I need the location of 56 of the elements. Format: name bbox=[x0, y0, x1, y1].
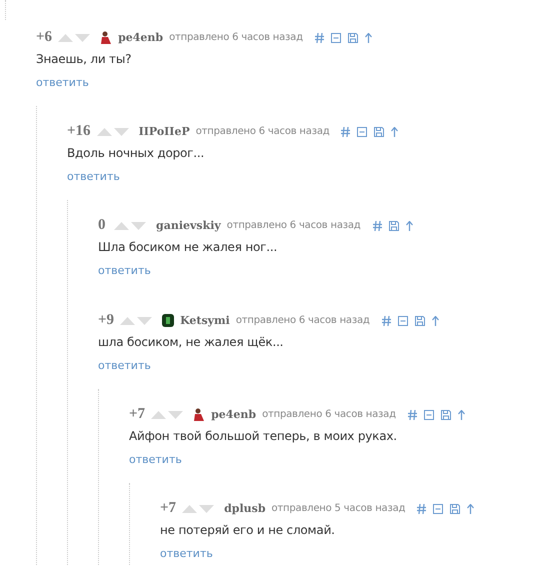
comment-text: Вдоль ночных дорог... bbox=[67, 145, 206, 162]
comment-rating: 0 bbox=[98, 217, 106, 234]
hash-icon[interactable] bbox=[314, 32, 324, 42]
comment-rating: +16 bbox=[67, 123, 91, 140]
comment-time: отправлено 6 часов назад bbox=[169, 32, 303, 43]
save-icon[interactable] bbox=[388, 220, 399, 230]
avatar-icon bbox=[162, 314, 174, 327]
save-icon[interactable] bbox=[348, 32, 358, 42]
comment-author[interactable]: pe4enb bbox=[118, 31, 164, 44]
comment-text: Айфон твой большой теперь, в моих руках. bbox=[129, 428, 398, 445]
comment-author[interactable]: ganievskiy bbox=[156, 219, 221, 232]
comment-time: отправлено 6 часов назад bbox=[262, 409, 396, 420]
comment-rating: +7 bbox=[160, 500, 176, 517]
collapse-icon[interactable] bbox=[424, 410, 434, 420]
collapse-icon[interactable] bbox=[330, 32, 341, 42]
save-icon[interactable] bbox=[440, 410, 451, 420]
arrow-up-icon[interactable] bbox=[406, 220, 413, 230]
hash-icon[interactable] bbox=[341, 126, 350, 136]
collapse-icon[interactable] bbox=[433, 504, 444, 514]
comment-time: отправлено 5 часов назад bbox=[272, 503, 406, 514]
save-icon[interactable] bbox=[414, 316, 425, 326]
hash-icon[interactable] bbox=[372, 220, 382, 230]
comment-text: Знаешь, ли ты? bbox=[36, 51, 132, 68]
arrow-up-icon[interactable] bbox=[391, 126, 398, 136]
reply-link[interactable]: ответить bbox=[129, 449, 182, 471]
save-icon[interactable] bbox=[450, 504, 460, 514]
collapse-icon[interactable] bbox=[357, 126, 368, 136]
hash-icon[interactable] bbox=[417, 504, 426, 514]
arrow-up-icon[interactable] bbox=[458, 410, 465, 420]
arrow-up-icon[interactable] bbox=[364, 32, 372, 42]
comment-time: отправлено 6 часов назад bbox=[226, 220, 361, 231]
collapse-icon[interactable] bbox=[398, 316, 408, 326]
comment-author[interactable]: dplusb bbox=[224, 502, 266, 515]
comment-time: отправлено 6 часов назад bbox=[236, 315, 370, 326]
reply-link[interactable]: ответить bbox=[98, 260, 151, 282]
avatar-icon bbox=[100, 31, 112, 44]
reply-link[interactable]: ответить bbox=[160, 543, 213, 565]
arrow-up-icon[interactable] bbox=[467, 504, 474, 514]
arrow-up-icon[interactable] bbox=[432, 316, 439, 326]
save-icon[interactable] bbox=[374, 126, 384, 136]
comment-author[interactable]: pe4enb bbox=[211, 408, 256, 421]
reply-link[interactable]: ответить bbox=[98, 355, 151, 377]
reply-link[interactable]: ответить bbox=[36, 72, 89, 94]
comment-time: отправлено 6 часов назад bbox=[196, 126, 330, 137]
comment-rating: +6 bbox=[36, 29, 52, 46]
reply-link[interactable]: ответить bbox=[67, 166, 120, 188]
comment-rating: +9 bbox=[98, 312, 114, 329]
comment-author[interactable]: IIPoIIeP bbox=[138, 125, 190, 138]
comment-text: шла босиком, не жалея щёк... bbox=[98, 334, 284, 351]
comment-text: Шла босиком не жалея ног... bbox=[98, 239, 278, 256]
avatar-icon bbox=[193, 408, 206, 421]
comment-author[interactable]: Ketsymi bbox=[180, 314, 230, 327]
hash-icon[interactable] bbox=[408, 410, 417, 420]
comment-rating: +7 bbox=[129, 406, 146, 423]
hash-icon[interactable] bbox=[382, 316, 391, 326]
comment-text: не потеряй его и не сломай. bbox=[160, 522, 336, 539]
